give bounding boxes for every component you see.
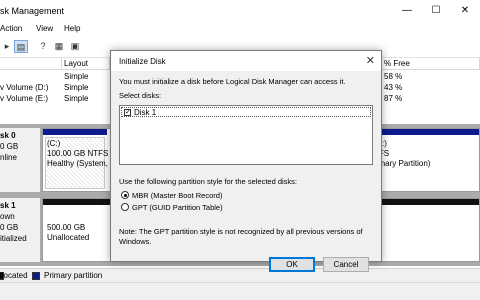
partition-status: Healthy (System, xyxy=(47,159,108,168)
window-title: sk Management xyxy=(0,6,65,16)
partition-label: (E:) xyxy=(374,139,430,149)
menu-action[interactable]: Action xyxy=(0,24,22,33)
menu-bar: Action View Help xyxy=(0,22,480,36)
partition-size: 100.00 GB NTFS xyxy=(47,149,109,158)
initialize-disk-dialog: Initialize Disk ✕ You must initialize a … xyxy=(110,50,382,272)
volume-layout: Simple xyxy=(64,94,89,103)
col-free[interactable]: % Free xyxy=(382,58,480,70)
gpt-note-cont: Windows. xyxy=(119,237,152,246)
ok-button[interactable]: OK xyxy=(269,257,315,272)
dialog-intro: You must initialize a disk before Logica… xyxy=(119,77,346,86)
disk-item-label: Disk 1 xyxy=(134,108,157,117)
partition-status: Unallocated xyxy=(47,233,90,242)
col-volume[interactable] xyxy=(0,58,62,70)
disk-icon[interactable]: ▣ xyxy=(68,40,82,53)
disk-1-type: own xyxy=(0,212,15,221)
legend-primary-label: Primary partition xyxy=(44,271,103,280)
legend: llocated Primary partition xyxy=(0,268,480,282)
disk-0-status: nline xyxy=(0,153,17,162)
disk-0-label[interactable]: sk 0 0 GB nline xyxy=(0,128,40,192)
dialog-title-bar: Initialize Disk ✕ xyxy=(111,51,381,71)
gpt-note: Note: The GPT partition style is not rec… xyxy=(119,227,363,236)
console-tree-icon[interactable]: ▤ xyxy=(14,40,28,53)
disk-1-label[interactable]: sk 1 own 0 GB itialized xyxy=(0,198,40,262)
mbr-label[interactable]: MBR (Master Boot Record) xyxy=(132,191,222,200)
volume-name: v Volume (E:) xyxy=(0,94,49,103)
partition-label: (C:) xyxy=(47,139,61,148)
close-icon[interactable]: ✕ xyxy=(366,54,375,67)
close-icon[interactable]: ✕ xyxy=(452,0,478,22)
disk-1-size: 0 GB xyxy=(0,223,19,232)
title-bar: sk Management — ☐ ✕ xyxy=(0,0,480,22)
volume-layout: Simple xyxy=(64,72,89,81)
menu-view[interactable]: View xyxy=(36,24,53,33)
partition-size: TFS xyxy=(374,149,430,159)
legend-unallocated-label: llocated xyxy=(0,271,28,280)
partition-status: rimary Partition) xyxy=(374,159,431,168)
menu-help[interactable]: Help xyxy=(64,24,80,33)
minimize-icon[interactable]: — xyxy=(394,0,420,22)
mbr-radio[interactable] xyxy=(121,191,129,199)
disk-1-status: itialized xyxy=(0,234,27,243)
volume-layout: Simple xyxy=(64,83,89,92)
volume-free: 43 % xyxy=(384,83,403,92)
volume-name: v Volume (D:) xyxy=(0,83,49,92)
disk-list[interactable]: ✓ Disk 1 xyxy=(119,105,373,165)
select-disks-label: Select disks: xyxy=(119,91,162,100)
partition-e[interactable]: (E:) TFS rimary Partition) xyxy=(369,129,479,191)
partition-size: 500.00 GB xyxy=(47,223,86,232)
disk-0-name: sk 0 xyxy=(0,131,16,140)
partition-style-prompt: Use the following partition style for th… xyxy=(119,177,298,186)
volume-free: 87 % xyxy=(384,94,403,103)
maximize-icon[interactable]: ☐ xyxy=(423,0,449,22)
dialog-title: Initialize Disk xyxy=(119,57,166,66)
partition-c[interactable]: (C:) 100.00 GB NTFS Healthy (System, xyxy=(43,129,109,191)
volume-free: 58 % xyxy=(384,72,403,81)
status-bar xyxy=(0,282,480,300)
disk-list-item[interactable]: ✓ Disk 1 xyxy=(121,107,371,117)
forward-icon[interactable]: ▸ xyxy=(0,40,14,53)
legend-primary-swatch xyxy=(32,272,40,280)
disk-checkbox[interactable]: ✓ xyxy=(124,109,131,116)
properties-icon[interactable]: ▦ xyxy=(52,40,66,53)
disk-0-size: 0 GB xyxy=(0,142,19,151)
gpt-radio[interactable] xyxy=(121,203,129,211)
cancel-button[interactable]: Cancel xyxy=(323,257,369,272)
disk-1-name: sk 1 xyxy=(0,201,16,210)
help-icon[interactable]: ? xyxy=(36,40,50,53)
gpt-label[interactable]: GPT (GUID Partition Table) xyxy=(132,203,223,212)
col-layout[interactable]: Layout xyxy=(62,58,110,70)
